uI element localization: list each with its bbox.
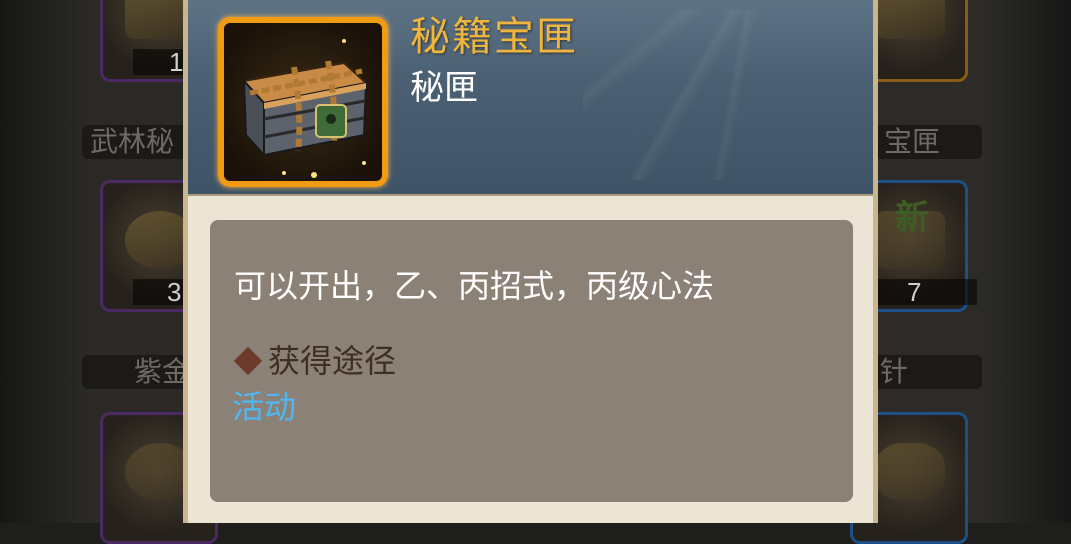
locked-treasure-chest-icon [218, 17, 388, 187]
diamond-bullet-icon [233, 346, 263, 376]
new-badge: 新 [895, 198, 929, 238]
item-name: 紫金 [82, 355, 192, 389]
item-count: 7 [877, 279, 977, 305]
chest-icon [875, 0, 945, 39]
tooltip-header: 秘籍宝匣 秘匣 [188, 0, 873, 196]
item-description: 可以开出，乙、丙招式，丙级心法 [234, 267, 715, 305]
source-heading: 获得途径 [230, 340, 396, 382]
header-decoration [583, 10, 843, 180]
item-name: 宝匣 [870, 125, 982, 159]
pouch-icon [875, 443, 945, 501]
item-name: 针 [870, 355, 982, 389]
description-box: 可以开出，乙、丙招式，丙级心法 获得途径 活动 [210, 220, 853, 502]
item-title: 秘籍宝匣 [410, 14, 578, 60]
item-type: 秘匣 [410, 68, 478, 108]
source-heading-label: 获得途径 [268, 342, 397, 380]
item-tooltip: 秘籍宝匣 秘匣 可以开出，乙、丙招式，丙级心法 获得途径 活动 [183, 0, 878, 523]
source-link-activity[interactable]: 活动 [232, 386, 296, 428]
